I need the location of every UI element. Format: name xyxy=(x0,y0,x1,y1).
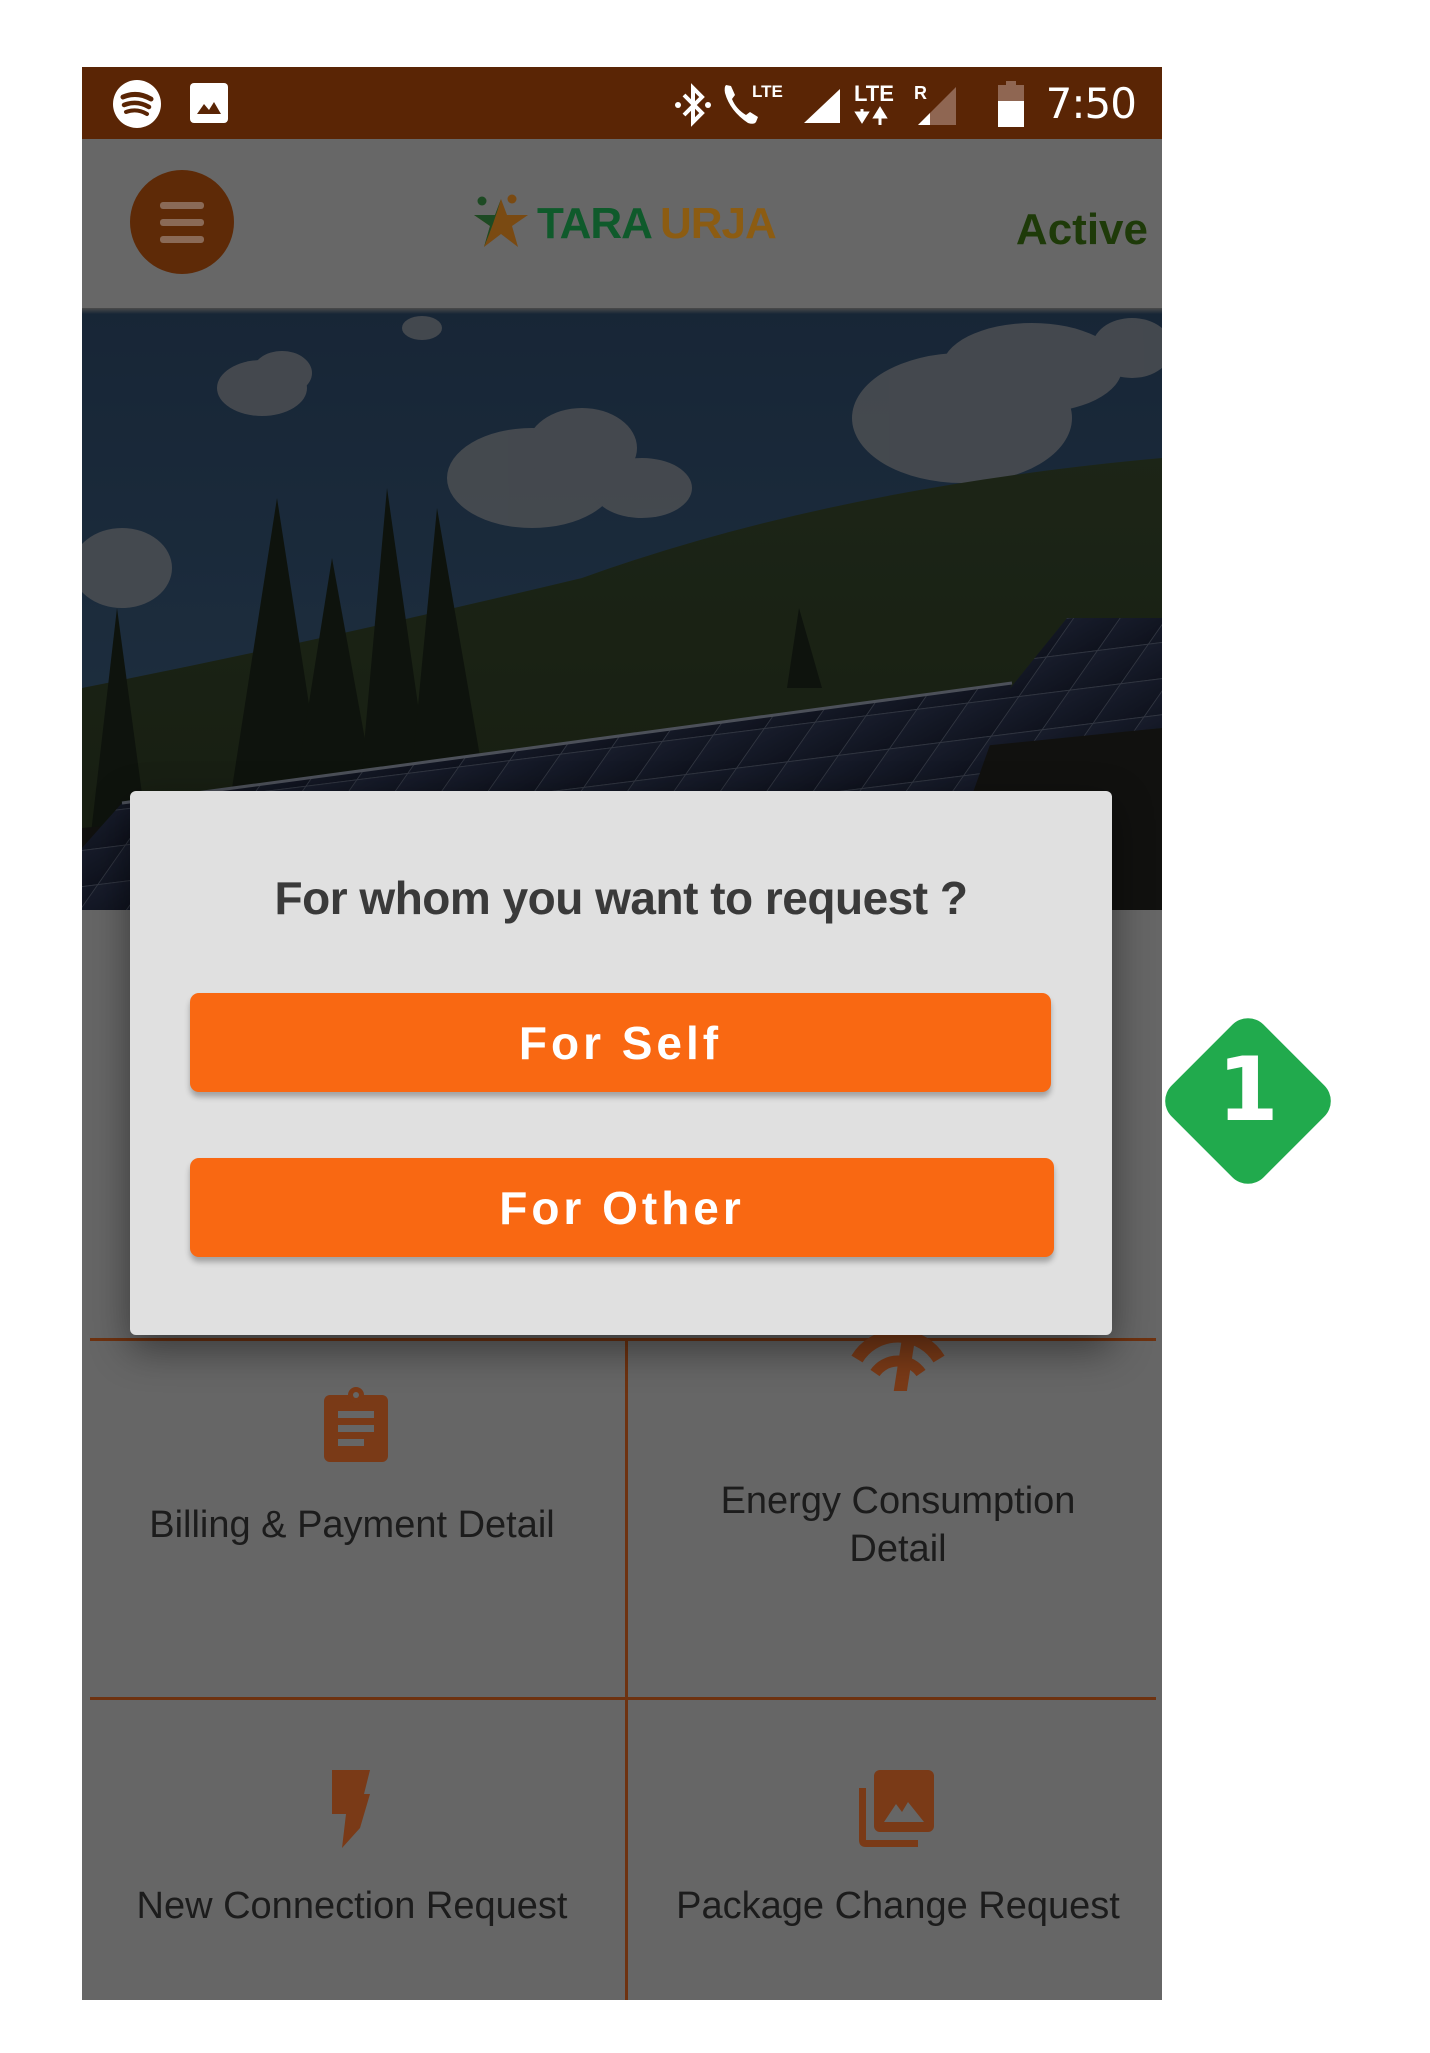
tile-new-connection[interactable]: New Connection Request xyxy=(82,1700,622,2000)
svg-text:LTE: LTE xyxy=(854,81,894,106)
for-self-button[interactable]: For Self xyxy=(190,993,1051,1092)
tile-energy-consumption[interactable]: Energy Consumption Detail xyxy=(628,1322,1162,1697)
star-logo-icon xyxy=(474,194,528,247)
signal-icon xyxy=(804,89,840,123)
lte-data-icon: LTE xyxy=(854,81,894,125)
request-for-dialog: For whom you want to request ? For Self … xyxy=(130,791,1112,1335)
logo-word-urja: URJA xyxy=(659,199,777,248)
clipboard-icon xyxy=(324,1387,388,1462)
logo-word-tara: TARA xyxy=(537,199,653,248)
svg-text:R: R xyxy=(914,83,927,103)
svg-text:LTE: LTE xyxy=(752,82,783,101)
step-marker: 1 xyxy=(1145,998,1351,1204)
tile-package-change[interactable]: Package Change Request xyxy=(628,1700,1162,2000)
app-bar-shadow xyxy=(82,308,1162,314)
hamburger-menu-icon[interactable] xyxy=(130,170,234,274)
for-other-button[interactable]: For Other xyxy=(190,1158,1054,1257)
roaming-signal-icon: R xyxy=(914,83,956,125)
image-notification-icon xyxy=(190,83,228,123)
status-bar: LTE LTE R 7:50 xyxy=(82,67,1162,139)
photo-library-icon xyxy=(859,1770,934,1847)
volte-call-icon: LTE xyxy=(724,82,783,124)
tile-label-line1: Energy Consumption xyxy=(720,1480,1076,1522)
step-number: 1 xyxy=(1217,1038,1279,1141)
bluetooth-icon xyxy=(675,83,711,127)
lightning-bolt-icon xyxy=(332,1770,370,1848)
tile-label-line2: Detail xyxy=(849,1528,947,1570)
account-status: Active xyxy=(1015,205,1148,254)
tile-label: Billing & Payment Detail xyxy=(149,1504,555,1546)
tile-label: New Connection Request xyxy=(136,1885,568,1927)
logo-text: TARA URJA xyxy=(537,199,777,249)
battery-icon xyxy=(998,81,1024,127)
spotify-icon xyxy=(113,80,161,128)
dialog-title: For whom you want to request ? xyxy=(274,872,968,924)
tile-billing-payment[interactable]: Billing & Payment Detail xyxy=(82,1341,622,1697)
tile-label: Package Change Request xyxy=(676,1885,1120,1927)
clock: 7:50 xyxy=(1045,79,1137,128)
app-bar: TARA URJA Active xyxy=(82,139,1162,308)
